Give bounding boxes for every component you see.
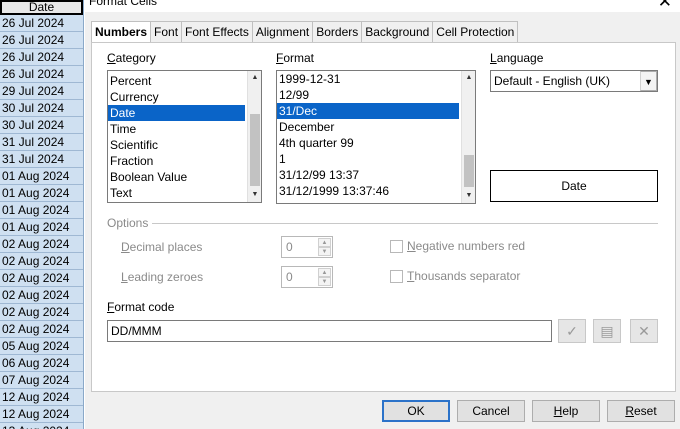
options-heading: Options (107, 216, 149, 230)
dialog-titlebar: Format Cells ✕ (85, 0, 680, 12)
spreadsheet-column: Date 26 Jul 2024 26 Jul 2024 26 Jul 2024 26… (0, 0, 84, 429)
date-cell[interactable]: 02 Aug 2024 (0, 304, 83, 321)
format-code-label: Format code (107, 300, 175, 314)
decimal-places-label: Decimal places (121, 240, 203, 254)
date-cell[interactable]: 01 Aug 2024 (0, 219, 83, 236)
date-cell[interactable]: 31 Jul 2024 (0, 134, 83, 151)
scroll-thumb[interactable] (464, 155, 474, 187)
category-list-item[interactable]: Text (108, 185, 245, 201)
format-list-item[interactable]: 31/12/1999 13:37:46 (277, 183, 459, 199)
dialog-title: Format Cells (89, 0, 158, 8)
date-cell[interactable]: 12 Aug 2024 (0, 389, 83, 406)
checkmark-icon[interactable]: ✓ (558, 319, 586, 343)
format-list-item[interactable]: 12/99 (277, 87, 459, 103)
format-list-item[interactable]: December (277, 119, 459, 135)
tab-background[interactable]: Background (361, 21, 434, 42)
spin-down-icon[interactable]: ▼ (318, 277, 331, 286)
date-cell[interactable]: 26 Jul 2024 (0, 49, 83, 66)
tab-font[interactable]: Font (150, 21, 183, 42)
format-list-item[interactable]: 1999-12-31 (277, 71, 459, 87)
date-cell[interactable]: 26 Jul 2024 (0, 32, 83, 49)
date-cell[interactable]: 07 Aug 2024 (0, 372, 83, 389)
negative-red-label: Negative numbers red (407, 239, 526, 253)
ok-button[interactable]: OK (382, 400, 450, 422)
delete-icon[interactable]: ✕ (630, 319, 658, 343)
column-header-date[interactable]: Date (0, 0, 83, 15)
options-separator (152, 223, 658, 224)
category-list-item[interactable]: Scientific (108, 137, 245, 153)
date-cell[interactable]: 31 Jul 2024 (0, 151, 83, 168)
date-cell[interactable]: 26 Jul 2024 (0, 66, 83, 83)
category-scrollbar[interactable]: ▲ ▼ (247, 71, 261, 202)
decimal-places-spinner[interactable]: 0 ▲ ▼ (281, 236, 333, 258)
spin-up-icon[interactable]: ▲ (318, 238, 331, 247)
format-list-item[interactable]: 31/12/99 13:37 (277, 167, 459, 183)
format-code-input[interactable]: DD/MMM (107, 320, 552, 342)
tab-font-effects[interactable]: Font Effects (181, 21, 253, 42)
category-listbox[interactable]: Percent Currency Date Time Scientific Fractio… (107, 70, 262, 203)
category-list-item[interactable]: Time (108, 121, 245, 137)
format-cells-dialog: Format Cells ✕ Numbers Font Font Effects… (85, 0, 680, 429)
date-cell[interactable]: 02 Aug 2024 (0, 253, 83, 270)
format-list-item[interactable]: 1 (277, 151, 459, 167)
date-cell[interactable]: 06 Aug 2024 (0, 355, 83, 372)
format-listbox[interactable]: 1999-12-31 12/99 31/Dec December 4th quarter… (276, 70, 476, 204)
date-cells: 26 Jul 2024 26 Jul 2024 26 Jul 2024 26 Jul … (0, 15, 83, 429)
edit-comment-icon[interactable]: ▤ (593, 319, 621, 343)
date-cell[interactable]: 02 Aug 2024 (0, 321, 83, 338)
scroll-up-icon[interactable]: ▲ (462, 71, 475, 85)
date-cell[interactable]: 01 Aug 2024 (0, 185, 83, 202)
date-cell[interactable]: 02 Aug 2024 (0, 287, 83, 304)
format-label: Format (276, 51, 315, 65)
close-icon[interactable]: ✕ (658, 0, 672, 11)
category-label: Category (107, 51, 156, 65)
date-cell[interactable]: 13 Aug 2024 (0, 423, 83, 429)
scroll-down-icon[interactable]: ▼ (462, 189, 475, 203)
format-scrollbar[interactable]: ▲ ▼ (461, 71, 475, 203)
category-list-item[interactable]: Fraction (108, 153, 245, 169)
help-button[interactable]: Help (532, 400, 600, 422)
leading-zeroes-spinner[interactable]: 0 ▲ ▼ (281, 266, 333, 288)
language-select[interactable]: Default - English (UK) ▼ (490, 70, 658, 92)
cancel-button[interactable]: Cancel (457, 400, 525, 422)
scroll-thumb[interactable] (250, 114, 260, 186)
date-cell[interactable]: 30 Jul 2024 (0, 117, 83, 134)
date-cell[interactable]: 02 Aug 2024 (0, 236, 83, 253)
scroll-down-icon[interactable]: ▼ (248, 188, 261, 202)
format-list-item[interactable]: 4th quarter 99 (277, 135, 459, 151)
date-cell[interactable]: 02 Aug 2024 (0, 270, 83, 287)
leading-zeroes-label: Leading zeroes (121, 270, 204, 284)
tab-cell-protection[interactable]: Cell Protection (432, 21, 519, 42)
category-list-item[interactable]: Date (108, 105, 245, 121)
date-cell[interactable]: 05 Aug 2024 (0, 338, 83, 355)
chevron-down-icon[interactable]: ▼ (640, 71, 657, 91)
date-cell[interactable]: 01 Aug 2024 (0, 168, 83, 185)
tab-numbers[interactable]: Numbers (91, 21, 152, 43)
date-cell[interactable]: 26 Jul 2024 (0, 15, 83, 32)
tab-bar: Numbers Font Font Effects Alignment Bord… (91, 21, 519, 43)
scroll-up-icon[interactable]: ▲ (248, 71, 261, 85)
format-list-item[interactable]: 31/Dec (277, 103, 459, 119)
thousands-separator-label: Thousands separator (407, 269, 521, 283)
date-cell[interactable]: 12 Aug 2024 (0, 406, 83, 423)
reset-button[interactable]: Reset (607, 400, 675, 422)
category-list-item[interactable]: Boolean Value (108, 169, 245, 185)
language-value: Default - English (UK) (494, 74, 611, 88)
tab-borders[interactable]: Borders (312, 21, 363, 42)
thousands-separator-checkbox[interactable] (390, 270, 403, 283)
category-list-item[interactable]: Currency (108, 89, 245, 105)
spin-down-icon[interactable]: ▼ (318, 247, 331, 256)
date-cell[interactable]: 29 Jul 2024 (0, 83, 83, 100)
date-cell[interactable]: 30 Jul 2024 (0, 100, 83, 117)
spin-up-icon[interactable]: ▲ (318, 268, 331, 277)
category-list-item[interactable]: Percent (108, 73, 245, 89)
format-preview: Date (490, 170, 658, 202)
negative-red-checkbox[interactable] (390, 240, 403, 253)
date-cell[interactable]: 01 Aug 2024 (0, 202, 83, 219)
language-label: Language (490, 51, 544, 65)
numbers-panel: Category Percent Currency Date Time Scientif… (91, 42, 676, 392)
tab-alignment[interactable]: Alignment (251, 21, 314, 42)
